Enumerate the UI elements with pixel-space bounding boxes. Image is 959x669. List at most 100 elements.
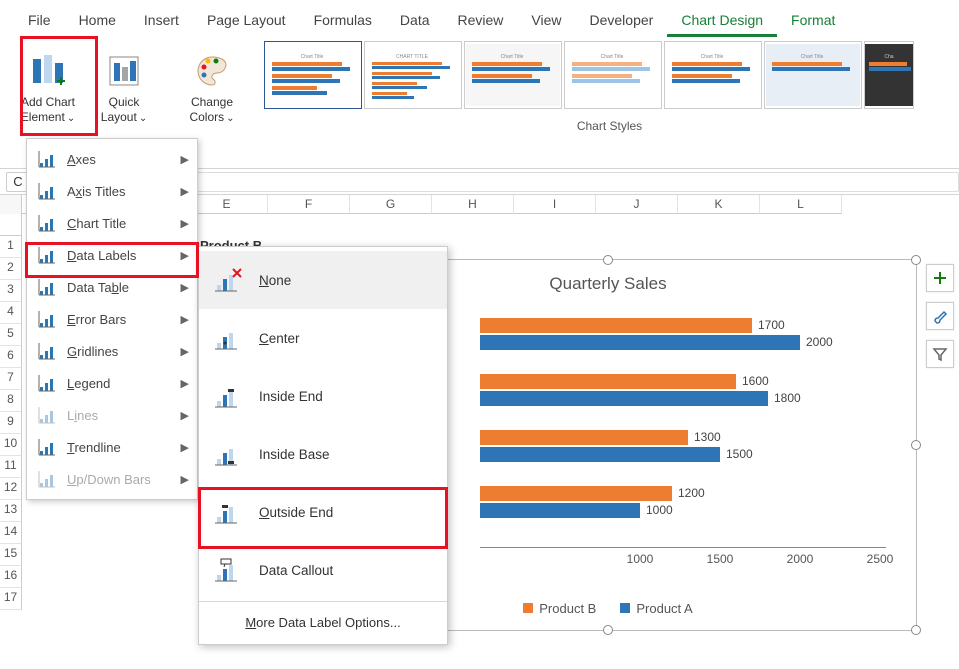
row-header-16[interactable]: 16 <box>0 566 22 588</box>
datalabel-productA-Q4[interactable]: 2000 <box>806 335 833 349</box>
row-header-11[interactable]: 11 <box>0 456 22 478</box>
datalabel-productB-Q2[interactable]: 1300 <box>694 430 721 444</box>
menu-item-data-labels[interactable]: Data Labels▶ <box>27 239 197 271</box>
resize-handle-s[interactable] <box>603 625 613 635</box>
bar-productA-Q2[interactable] <box>480 447 720 462</box>
menu-item-chart-title[interactable]: Chart Title▶ <box>27 207 197 239</box>
row-header-9[interactable]: 9 <box>0 412 22 434</box>
col-header-J[interactable]: J <box>596 195 678 214</box>
menu-item-legend[interactable]: Legend▶ <box>27 367 197 399</box>
submenu-item-outside-end[interactable]: Outside End <box>199 483 447 541</box>
chart-style-2[interactable]: CHART TITLE <box>364 41 462 109</box>
quick-layout-button[interactable]: Quick Layout⌄ <box>86 45 162 141</box>
chart-filter-funnel-button[interactable] <box>926 340 954 368</box>
menu-item-axis-titles[interactable]: Axis Titles ▶ <box>27 175 197 207</box>
tab-format[interactable]: Format <box>777 6 849 37</box>
row-header-12[interactable]: 12 <box>0 478 22 500</box>
col-header-I[interactable]: I <box>514 195 596 214</box>
add-chart-element-icon <box>30 53 66 89</box>
bar-productA-Q4[interactable] <box>480 335 800 350</box>
datalabel-productB-Q1[interactable]: 1200 <box>678 486 705 500</box>
tab-data[interactable]: Data <box>386 6 444 37</box>
bar-productB-Q3[interactable] <box>480 374 736 389</box>
col-header-G[interactable]: G <box>350 195 432 214</box>
quick-layout-label1: Quick <box>109 95 140 109</box>
submenu-more-options[interactable]: More Data Label Options... <box>199 604 447 640</box>
resize-handle-se[interactable] <box>911 625 921 635</box>
tab-view[interactable]: View <box>517 6 575 37</box>
submenu-item-data-callout[interactable]: Data Callout <box>199 541 447 599</box>
tab-insert[interactable]: Insert <box>130 6 193 37</box>
tab-chart-design[interactable]: Chart Design <box>667 6 777 37</box>
menu-item-axes[interactable]: Axes▶ <box>27 143 197 175</box>
legend-entry-a[interactable]: Product A <box>620 601 692 616</box>
x-axis-line <box>480 547 886 548</box>
submenu-item-center[interactable]: Center <box>199 309 447 367</box>
caret-icon: ⌄ <box>139 113 147 124</box>
row-header-15[interactable]: 15 <box>0 544 22 566</box>
chart-style-7[interactable]: Cha <box>864 41 914 109</box>
col-header-L[interactable]: L <box>760 195 842 214</box>
row-header-6[interactable]: 6 <box>0 346 22 368</box>
bar-productA-Q1[interactable] <box>480 503 640 518</box>
add-chart-element-button[interactable]: Add Chart Element⌄ <box>10 45 86 141</box>
row-header-8[interactable]: 8 <box>0 390 22 412</box>
datalabel-productA-Q1[interactable]: 1000 <box>646 503 673 517</box>
menu-label-axis-titles: Axis Titles <box>67 184 126 199</box>
row-header-13[interactable]: 13 <box>0 500 22 522</box>
row-header-7[interactable]: 7 <box>0 368 22 390</box>
tab-developer[interactable]: Developer <box>576 6 668 37</box>
menu-item-trendline[interactable]: Trendline▶ <box>27 431 197 463</box>
row-header-5[interactable]: 5 <box>0 324 22 346</box>
tab-review[interactable]: Review <box>444 6 518 37</box>
chart-styles-brush-button[interactable] <box>926 302 954 330</box>
row-header-17[interactable]: 17 <box>0 588 22 610</box>
change-colors-button[interactable]: Change Colors⌄ <box>174 45 250 141</box>
row-header-3[interactable]: 3 <box>0 280 22 302</box>
row-header-10[interactable]: 10 <box>0 434 22 456</box>
chevron-right-icon: ▶ <box>181 185 189 198</box>
col-header-E[interactable]: E <box>186 195 268 214</box>
bar-productB-Q4[interactable] <box>480 318 752 333</box>
formula-input[interactable] <box>111 172 959 192</box>
submenu-item-inside-base[interactable]: Inside Base <box>199 425 447 483</box>
row-header-1[interactable]: 1 <box>0 236 22 258</box>
row-header-4[interactable]: 4 <box>0 302 22 324</box>
quick-layout-icon <box>106 53 142 89</box>
tab-file[interactable]: File <box>14 6 65 37</box>
chart-style-4[interactable]: Chart Title <box>564 41 662 109</box>
menu-item-gridlines[interactable]: Gridlines▶ <box>27 335 197 367</box>
row-header-14[interactable]: 14 <box>0 522 22 544</box>
error-bars-icon <box>37 308 59 330</box>
bar-productA-Q3[interactable] <box>480 391 768 406</box>
tab-page-layout[interactable]: Page Layout <box>193 6 300 37</box>
bar-productB-Q2[interactable] <box>480 430 688 445</box>
menu-label-data-table: Data Table <box>67 280 129 295</box>
menu-item-error-bars[interactable]: Error Bars▶ <box>27 303 197 335</box>
datalabel-productB-Q3[interactable]: 1600 <box>742 374 769 388</box>
datalabel-productB-Q4[interactable]: 1700 <box>758 318 785 332</box>
resize-handle-n[interactable] <box>603 255 613 265</box>
chart-style-5[interactable]: Chart Title <box>664 41 762 109</box>
chart-style-1[interactable]: Chart Title <box>264 41 362 109</box>
chart-style-3[interactable]: Chart Title <box>464 41 562 109</box>
col-header-H[interactable]: H <box>432 195 514 214</box>
datalabel-productA-Q2[interactable]: 1500 <box>726 447 753 461</box>
col-header-F[interactable]: F <box>268 195 350 214</box>
resize-handle-ne[interactable] <box>911 255 921 265</box>
submenu-item-none[interactable]: None <box>199 251 447 309</box>
menu-item-data-table[interactable]: Data Table▶ <box>27 271 197 303</box>
bar-productB-Q1[interactable] <box>480 486 672 501</box>
datalabel-productA-Q3[interactable]: 1800 <box>774 391 801 405</box>
chart-style-6[interactable]: Chart Title <box>764 41 862 109</box>
svg-text:Chart Title: Chart Title <box>801 54 824 60</box>
gridlines-icon <box>37 340 59 362</box>
chart-elements-plus-button[interactable] <box>926 264 954 292</box>
submenu-item-inside-end[interactable]: Inside End <box>199 367 447 425</box>
tab-formulas[interactable]: Formulas <box>300 6 386 37</box>
legend-entry-b[interactable]: Product B <box>523 601 596 616</box>
row-header-2[interactable]: 2 <box>0 258 22 280</box>
chart-title-icon <box>37 212 59 234</box>
col-header-K[interactable]: K <box>678 195 760 214</box>
tab-home[interactable]: Home <box>65 6 130 37</box>
